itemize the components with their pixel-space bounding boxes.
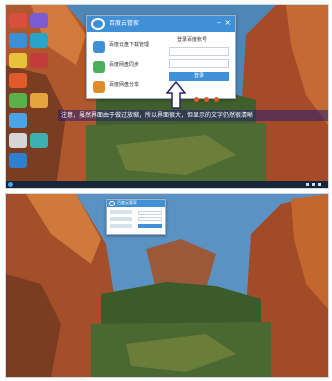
app-window: 百度云管家 – × 百度云盘下载管理 百度网盘同步 百度网盘分享 登录百度账号 … xyxy=(86,15,236,99)
desktop-icon[interactable] xyxy=(30,53,48,68)
close-button[interactable]: × xyxy=(224,19,231,27)
app-title-bar: 百度云管家 – × xyxy=(87,16,235,32)
password-field[interactable] xyxy=(169,59,229,68)
arrow-up-icon xyxy=(166,81,186,109)
menu-item-sync[interactable]: 百度网盘同步 xyxy=(87,58,159,76)
desktop-icon[interactable] xyxy=(9,13,27,28)
menu-item[interactable] xyxy=(110,224,132,228)
cloud-logo-icon xyxy=(109,201,115,206)
desktop-icon[interactable] xyxy=(9,133,27,148)
desktop-icon[interactable] xyxy=(30,13,48,28)
minimize-button[interactable]: – xyxy=(217,19,221,27)
menu-item-share[interactable]: 百度网盘分享 xyxy=(87,78,159,96)
menu-item[interactable] xyxy=(110,210,132,214)
menu-item-label: 百度网盘分享 xyxy=(109,82,140,88)
sync-icon xyxy=(93,61,105,73)
tray-icon[interactable] xyxy=(312,183,315,186)
desktop-icon[interactable] xyxy=(9,33,27,48)
app-window: 百度云管家 xyxy=(106,199,166,235)
app-title-bar: 百度云管家 xyxy=(107,200,165,207)
login-title: 登录百度账号 xyxy=(177,37,208,43)
desktop-icon[interactable] xyxy=(9,113,27,128)
app-title: 百度云管家 xyxy=(109,20,140,27)
menu-item-download[interactable]: 百度云盘下载管理 xyxy=(87,38,159,56)
username-field[interactable] xyxy=(138,211,162,215)
screenshot-bottom: 百度云管家 xyxy=(5,193,329,378)
annotation-text: 注意，虽然界面由于做过放缩，所以界面很大，但显示的文字仍然很清晰 xyxy=(58,110,328,121)
share-icon xyxy=(93,81,105,93)
desktop-icon[interactable] xyxy=(30,133,48,148)
desktop-icon[interactable] xyxy=(9,93,27,108)
username-field[interactable] xyxy=(169,47,229,56)
cloud-drive-icon xyxy=(93,41,105,53)
indicator-dot xyxy=(204,97,209,102)
menu-item-label: 百度云盘下载管理 xyxy=(109,42,150,48)
desktop-icon[interactable] xyxy=(30,33,48,48)
taskbar xyxy=(6,181,328,188)
indicator-dot xyxy=(194,97,199,102)
app-title: 百度云管家 xyxy=(117,200,137,205)
canyon-wallpaper xyxy=(6,194,328,377)
menu-item-label: 百度网盘同步 xyxy=(109,62,140,68)
tray-icon[interactable] xyxy=(306,183,309,186)
desktop-icon[interactable] xyxy=(9,153,27,168)
tray-icon[interactable] xyxy=(318,183,321,186)
start-button[interactable] xyxy=(8,182,13,187)
desktop-icon[interactable] xyxy=(30,93,48,108)
password-field[interactable] xyxy=(138,217,162,221)
cloud-logo-icon xyxy=(91,18,105,30)
screenshot-top: 百度云管家 – × 百度云盘下载管理 百度网盘同步 百度网盘分享 登录百度账号 … xyxy=(5,4,329,189)
login-button[interactable] xyxy=(138,224,162,228)
login-button[interactable]: 登录 xyxy=(169,72,229,81)
desktop-icon[interactable] xyxy=(9,73,27,88)
menu-item[interactable] xyxy=(110,217,132,221)
indicator-dot xyxy=(214,97,219,102)
desktop-icon[interactable] xyxy=(9,53,27,68)
